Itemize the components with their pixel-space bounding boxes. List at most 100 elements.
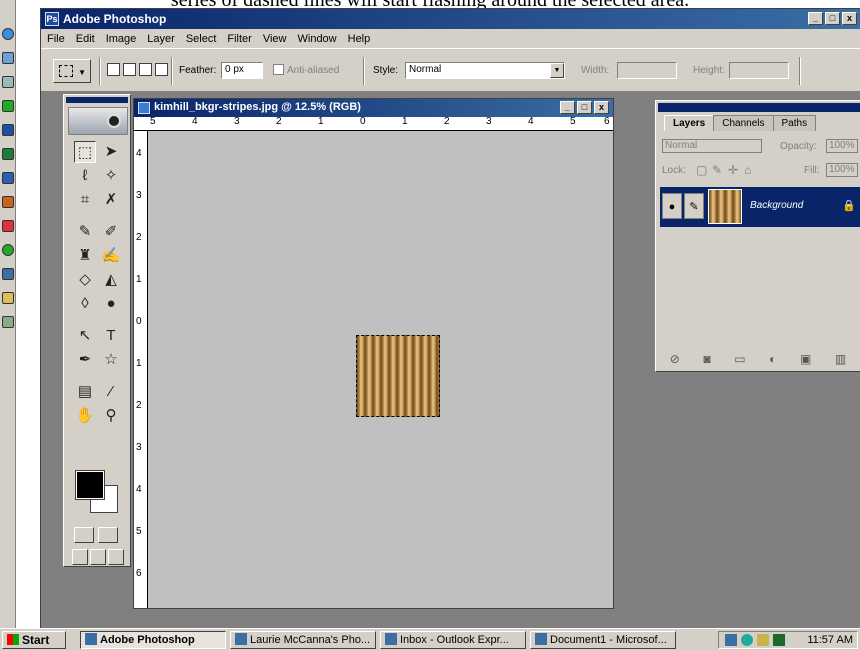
powerpoint-icon[interactable] [2, 196, 14, 208]
app-launch-icon[interactable] [2, 100, 14, 112]
brush-icon[interactable]: ✐ [100, 221, 122, 243]
blur-icon[interactable]: ◊ [74, 293, 96, 315]
anti-aliased-checkbox[interactable] [273, 64, 284, 75]
toolbox-titlebar[interactable] [66, 97, 128, 103]
document-titlebar[interactable]: kimhill_bkgr-stripes.jpg @ 12.5% (RGB) _… [134, 99, 613, 117]
menu-select[interactable]: Select [186, 33, 217, 45]
menu-view[interactable]: View [263, 33, 287, 45]
horizontal-ruler[interactable]: 5 4 3 2 1 0 1 2 3 4 5 6 [134, 117, 613, 131]
lock-transparency-icon[interactable]: ▢ [696, 163, 707, 177]
striped-image-selection[interactable] [356, 335, 440, 417]
adjustment-layer-icon[interactable]: ◐ [769, 352, 776, 366]
lock-position-icon[interactable]: ✛ [728, 163, 738, 177]
menu-window[interactable]: Window [298, 33, 337, 45]
doc-maximize-button[interactable]: □ [577, 101, 592, 114]
vertical-ruler[interactable]: 4 3 2 1 0 1 2 3 4 5 6 [134, 131, 148, 608]
tab-channels[interactable]: Channels [713, 115, 774, 131]
blend-mode-select[interactable]: Normal [662, 139, 762, 153]
opacity-input[interactable]: 100% [826, 139, 858, 153]
hand-icon[interactable]: ✋ [74, 405, 96, 427]
new-set-icon[interactable]: ▭ [734, 352, 745, 366]
menu-layer[interactable]: Layer [147, 33, 175, 45]
outlook-express-icon[interactable] [2, 52, 14, 64]
lasso-icon[interactable]: ℓ [74, 165, 96, 187]
fill-input[interactable]: 100% [826, 163, 858, 177]
photoshop-quicklaunch-icon[interactable] [2, 172, 14, 184]
brush-icon[interactable]: ✎ [684, 193, 704, 219]
paint-bucket-icon[interactable]: ◭ [100, 269, 122, 291]
notes-icon[interactable]: ▤ [74, 381, 96, 403]
lock-image-icon[interactable]: ✎ [712, 163, 722, 177]
app-titlebar[interactable]: Ps Adobe Photoshop _ □ x [41, 9, 860, 29]
dodge-icon[interactable]: ● [100, 293, 122, 315]
book-icon[interactable] [2, 292, 14, 304]
path-selection-icon[interactable]: ↖ [74, 325, 96, 347]
width-input[interactable] [617, 62, 677, 79]
intersect-selection-button[interactable] [155, 63, 168, 76]
eyedropper-icon[interactable]: ⁄ [100, 381, 122, 403]
doc-minimize-button[interactable]: _ [560, 101, 575, 114]
standard-mode-button[interactable] [74, 527, 94, 543]
layer-row-background[interactable]: ● ✎ Background 🔒 [660, 187, 860, 227]
maximize-button[interactable]: □ [825, 12, 840, 25]
new-selection-button[interactable] [107, 63, 120, 76]
close-button[interactable]: x [842, 12, 857, 25]
tab-layers[interactable]: Layers [664, 115, 715, 131]
layer-style-icon[interactable]: ⊘ [670, 352, 680, 366]
menu-edit[interactable]: Edit [76, 33, 95, 45]
history-brush-icon[interactable]: ✍ [100, 245, 122, 267]
new-layer-icon[interactable]: ▣ [800, 352, 811, 366]
magic-wand-icon[interactable]: ✧ [100, 165, 122, 187]
calculator-icon[interactable] [2, 76, 14, 88]
foreground-color-swatch[interactable] [75, 470, 105, 500]
clone-stamp-icon[interactable]: ♜ [74, 245, 96, 267]
acrobat-icon[interactable] [2, 220, 14, 232]
layers-palette-titlebar[interactable] [658, 103, 860, 112]
screen-mode-full-menu-button[interactable] [90, 549, 106, 565]
minimize-button[interactable]: _ [808, 12, 823, 25]
add-to-selection-button[interactable] [123, 63, 136, 76]
doc-close-button[interactable]: x [594, 101, 609, 114]
style-select[interactable]: Normal ▼ [405, 62, 565, 79]
tool-preset-picker[interactable]: ▼ [53, 59, 91, 83]
eye-icon[interactable]: ● [662, 193, 682, 219]
tray-app-icon[interactable] [741, 634, 753, 646]
canvas-area[interactable] [149, 132, 613, 608]
slice-icon[interactable]: ✗ [100, 189, 122, 211]
internet-explorer-icon[interactable] [2, 28, 14, 40]
photoshop-logo-button[interactable] [68, 107, 128, 135]
task-laurie-mccanna[interactable]: Laurie McCanna's Pho... [230, 631, 376, 649]
zoom-icon[interactable]: ⚲ [100, 405, 122, 427]
tab-paths[interactable]: Paths [772, 115, 817, 131]
task-microsoft-word[interactable]: Document1 - Microsof... [530, 631, 676, 649]
menu-image[interactable]: Image [106, 33, 137, 45]
menu-help[interactable]: Help [348, 33, 371, 45]
crop-icon[interactable]: ⌗ [74, 189, 96, 211]
task-adobe-photoshop[interactable]: Adobe Photoshop [80, 631, 226, 649]
shape-icon[interactable]: ☆ [100, 349, 122, 371]
tray-volume-icon[interactable] [757, 634, 769, 646]
pen-icon[interactable]: ✒ [74, 349, 96, 371]
healing-brush-icon[interactable]: ✎ [74, 221, 96, 243]
height-input[interactable] [729, 62, 789, 79]
layer-mask-icon[interactable]: ◙ [703, 352, 710, 366]
menu-file[interactable]: File [47, 33, 65, 45]
menu-filter[interactable]: Filter [227, 33, 251, 45]
eraser-icon[interactable]: ◇ [74, 269, 96, 291]
task-outlook-express[interactable]: Inbox - Outlook Expr... [380, 631, 526, 649]
network-icon[interactable] [2, 316, 14, 328]
type-icon[interactable]: T [100, 325, 122, 347]
word-icon[interactable] [2, 124, 14, 136]
media-icon[interactable] [2, 244, 14, 256]
rectangular-marquee-icon[interactable]: ⬚ [74, 141, 96, 163]
screen-mode-full-button[interactable] [108, 549, 124, 565]
tray-antivirus-icon[interactable] [773, 634, 785, 646]
trash-icon[interactable]: ▥ [835, 352, 846, 366]
start-button[interactable]: Start [2, 631, 66, 649]
editor-icon[interactable] [2, 268, 14, 280]
excel-icon[interactable] [2, 148, 14, 160]
screen-mode-standard-button[interactable] [72, 549, 88, 565]
move-icon[interactable]: ➤ [100, 141, 122, 163]
tray-network-icon[interactable] [725, 634, 737, 646]
feather-input[interactable]: 0 px [221, 62, 263, 79]
